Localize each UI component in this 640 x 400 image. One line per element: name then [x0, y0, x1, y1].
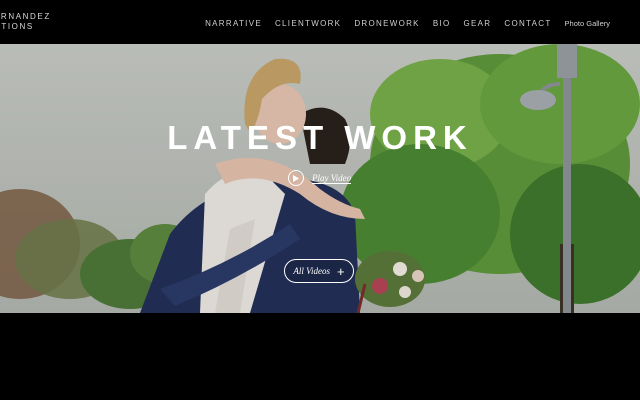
- all-videos-label: All Videos: [293, 266, 330, 276]
- play-video-link[interactable]: Play Video: [288, 170, 352, 186]
- hero-title: LATEST WORK: [167, 119, 473, 156]
- nav-bio[interactable]: BIO: [433, 19, 451, 28]
- play-video-label[interactable]: Play Video: [312, 173, 352, 184]
- nav-photo-gallery[interactable]: Photo Gallery: [565, 19, 610, 28]
- plus-icon: +: [336, 263, 345, 279]
- play-icon[interactable]: [288, 170, 304, 186]
- all-videos-button[interactable]: All Videos +: [284, 259, 354, 283]
- logo-line-1: ERNANDEZ: [0, 12, 51, 21]
- nav-clientwork[interactable]: CLIENTWORK: [275, 19, 341, 28]
- site-header: ERNANDEZ CTIONS NARRATIVE CLIENTWORK DRO…: [0, 0, 640, 44]
- site-logo[interactable]: ERNANDEZ CTIONS: [0, 12, 51, 32]
- main-nav: NARRATIVE CLIENTWORK DRONEWORK BIO GEAR …: [192, 19, 640, 28]
- nav-gear[interactable]: GEAR: [464, 19, 492, 28]
- logo-line-2: CTIONS: [0, 22, 34, 31]
- nav-dronework[interactable]: DRONEWORK: [354, 19, 419, 28]
- nav-contact[interactable]: CONTACT: [504, 19, 551, 28]
- page-footer-area: [0, 313, 640, 400]
- nav-narrative[interactable]: NARRATIVE: [205, 19, 262, 28]
- hero-section: LATEST WORK Play Video All Videos +: [0, 44, 640, 313]
